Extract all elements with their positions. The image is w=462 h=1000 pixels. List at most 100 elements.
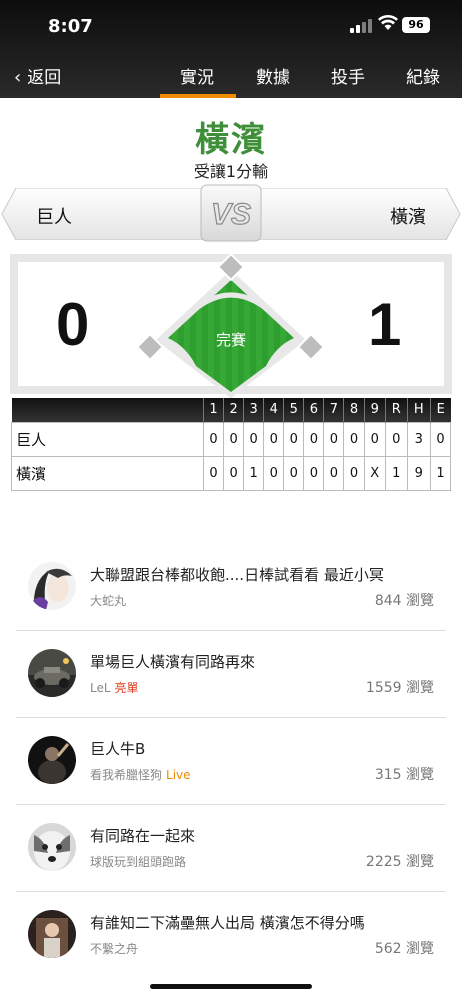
score-cell: 1 [243, 455, 265, 491]
avatar[interactable] [28, 910, 76, 958]
header-cell: 2 [223, 398, 244, 422]
header-cell: 6 [303, 398, 324, 422]
score-cell: 0 [202, 421, 225, 457]
baseball-diamond [135, 250, 326, 400]
score-cell: 0 [343, 455, 365, 491]
header-cell: H [406, 398, 431, 422]
score-cell: 0 [323, 421, 345, 457]
score-cell: 0 [303, 455, 325, 491]
header-cell: 5 [283, 398, 304, 422]
post-views: 1559 瀏覽 [365, 680, 434, 696]
header-cell: 8 [343, 398, 364, 422]
post-author: 球版玩到組頭跑路 [90, 853, 186, 870]
game-status: 完賽 [215, 331, 246, 349]
winner-team: 橫濱 [195, 120, 267, 160]
home-indicator [150, 984, 312, 989]
post-author: 不繫之舟 [90, 940, 138, 957]
avatar[interactable] [28, 823, 76, 871]
score-cell: 0 [223, 455, 245, 491]
home-team-name: 橫濱 [390, 207, 426, 228]
list-item[interactable]: 有誰知二下滿壘無人出局 橫濱怎不得分嗎 不繫之舟 562 瀏覽 [16, 892, 446, 979]
line-score-table: 1 2 3 4 5 6 7 8 9 R H E 巨人 0 0 0 0 0 0 0… [11, 398, 452, 491]
list-item[interactable]: 單場巨人橫濱有同路再來 LeL 亮單 1559 瀏覽 [16, 631, 446, 718]
back-button[interactable]: ‹ 返回 [14, 63, 61, 88]
header-cell: E [429, 398, 451, 422]
post-author: 看我希臘怪狗 Live [90, 766, 191, 783]
table-row: 巨人 0 0 0 0 0 0 0 0 0 0 3 0 [11, 421, 452, 457]
score-cell: 0 [363, 421, 386, 457]
author-name: 球版玩到組頭跑路 [90, 855, 187, 869]
header-cell: 4 [263, 398, 284, 422]
list-item[interactable]: 有同路在一起來 球版玩到組頭跑路 2225 瀏覽 [16, 805, 446, 892]
score-cell: 0 [384, 421, 408, 457]
line-score-header: 1 2 3 4 5 6 7 8 9 R H E [11, 398, 451, 422]
table-row: 橫濱 0 0 1 0 0 0 0 0 X 1 9 1 [11, 455, 452, 491]
post-views: 844 瀏覽 [374, 593, 434, 609]
score-cell: 3 [406, 421, 431, 457]
active-tab-indicator [160, 94, 236, 98]
second-base-icon [216, 252, 246, 282]
post-title: 單場巨人橫濱有同路再來 [90, 653, 256, 671]
score-cell: 0 [243, 421, 265, 457]
author-name: 大蛇丸 [90, 594, 127, 608]
row-team-name: 橫濱 [11, 455, 204, 491]
author-name: 不繫之舟 [90, 942, 139, 956]
tab-pitchers[interactable]: 投手 [331, 63, 365, 88]
status-time: 8:07 [48, 16, 93, 37]
header-cell: R [384, 398, 408, 422]
score-cell: 0 [343, 421, 365, 457]
vs-badge: VS [200, 184, 262, 242]
post-views: 562 瀏覽 [374, 941, 434, 957]
post-author: 大蛇丸 [90, 592, 126, 609]
post-author: LeL 亮單 [90, 679, 139, 696]
tab-records[interactable]: 紀錄 [406, 63, 440, 88]
list-item[interactable]: 巨人牛B 看我希臘怪狗 Live 315 瀏覽 [16, 718, 446, 805]
tab-live[interactable]: 實況 [180, 63, 214, 88]
score-cell: 0 [263, 455, 285, 491]
score-cell: 9 [406, 455, 431, 491]
post-title: 大聯盟跟台棒都收飽....日棒試看看 最近小冥 [90, 566, 384, 584]
home-score: 1 [368, 291, 402, 358]
chevron-left-icon: ‹ [14, 67, 22, 88]
avatar[interactable] [28, 649, 76, 697]
header-team-col [11, 398, 204, 422]
row-team-name: 巨人 [11, 421, 204, 457]
tab-stats[interactable]: 數據 [256, 63, 290, 88]
header-cell: 3 [243, 398, 264, 422]
author-name: 看我希臘怪狗 [90, 768, 163, 782]
score-cell: 0 [283, 421, 305, 457]
score-cell: 0 [429, 421, 452, 457]
hot-tag: 亮單 [114, 681, 139, 695]
vs-label: VS [211, 198, 251, 231]
away-team-name: 巨人 [36, 207, 72, 228]
handicap-result: 受讓1分輸 [193, 162, 269, 181]
post-views: 2225 瀏覽 [365, 854, 434, 870]
avatar[interactable] [28, 736, 76, 784]
score-cell: X [363, 455, 386, 491]
avatar[interactable] [28, 562, 76, 610]
list-item[interactable]: 大聯盟跟台棒都收飽....日棒試看看 最近小冥 大蛇丸 844 瀏覽 [16, 544, 446, 631]
score-cell: 0 [223, 421, 245, 457]
top-bar: 8:07 96 ‹ 返回 實況 數據 投手 紀錄 [0, 0, 462, 98]
post-views: 315 瀏覽 [374, 767, 434, 783]
signal-icon [350, 19, 372, 33]
score-cell: 1 [384, 455, 408, 491]
score-cell: 0 [263, 421, 285, 457]
post-title: 有誰知二下滿壘無人出局 橫濱怎不得分嗎 [90, 914, 365, 932]
score-cell: 0 [303, 421, 325, 457]
away-score: 0 [56, 291, 90, 358]
wifi-icon [378, 15, 398, 36]
header-cell: 9 [363, 398, 386, 422]
post-list: 大聯盟跟台棒都收飽....日棒試看看 最近小冥 大蛇丸 844 瀏覽 單場巨人橫… [0, 544, 462, 979]
score-cell: 1 [429, 455, 452, 491]
score-cell: 0 [202, 455, 225, 491]
score-cell: 0 [283, 455, 305, 491]
author-name: LeL [90, 681, 111, 695]
post-title: 有同路在一起來 [90, 827, 196, 845]
battery-icon: 96 [402, 17, 430, 33]
live-tag: Live [166, 768, 191, 782]
header-cell: 7 [323, 398, 344, 422]
score-cell: 0 [323, 455, 345, 491]
back-label: 返回 [27, 68, 62, 88]
header-cell: 1 [202, 398, 224, 422]
